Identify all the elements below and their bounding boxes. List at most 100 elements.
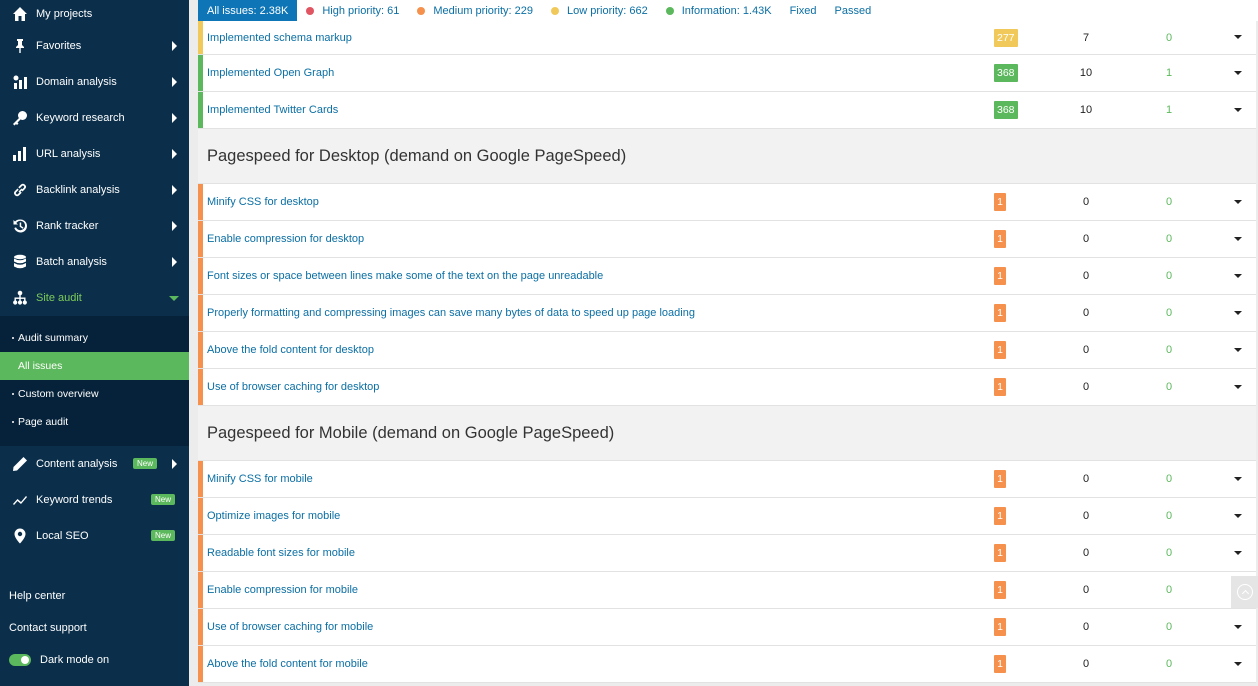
issue-filter-tabs: All issues: 2.38K High priority: 61 Medi… bbox=[198, 0, 1258, 21]
nav-keyword-research[interactable]: Keyword research bbox=[0, 100, 189, 136]
site-audit-subnav: Audit summary All issues Custom overview… bbox=[0, 316, 189, 446]
issue-group-mobile: Minify CSS for mobile 1 0 0 Optimize images… bbox=[198, 460, 1256, 683]
issue-name[interactable]: Font sizes or space between lines make s… bbox=[207, 270, 603, 282]
issue-pages: 0 bbox=[1082, 658, 1090, 670]
toggle-switch[interactable] bbox=[9, 654, 31, 666]
issue-row[interactable]: Implemented Twitter Cards 368 10 1 bbox=[198, 92, 1256, 129]
tab-low-priority[interactable]: Low priority: 662 bbox=[542, 0, 657, 21]
help-center-link[interactable]: Help center bbox=[0, 580, 189, 612]
expand-caret-icon[interactable] bbox=[1234, 35, 1242, 39]
nav-content-analysis[interactable]: Content analysis New bbox=[0, 446, 189, 482]
issue-name[interactable]: Enable compression for desktop bbox=[207, 233, 364, 245]
pin-icon bbox=[11, 37, 29, 55]
priority-bar bbox=[198, 258, 203, 294]
issue-name[interactable]: Implemented schema markup bbox=[207, 32, 352, 44]
chevron-right-icon bbox=[172, 41, 177, 51]
expand-caret-icon[interactable] bbox=[1234, 385, 1242, 389]
expand-caret-icon[interactable] bbox=[1234, 514, 1242, 518]
issue-row[interactable]: Enable compression for desktop 1 0 0 bbox=[198, 221, 1256, 258]
expand-caret-icon[interactable] bbox=[1234, 477, 1242, 481]
nav-my-projects[interactable]: My projects bbox=[0, 0, 189, 28]
tab-medium-priority[interactable]: Medium priority: 229 bbox=[408, 0, 542, 21]
tab-passed[interactable]: Passed bbox=[826, 0, 881, 21]
issue-row[interactable]: Above the fold content for mobile 1 0 0 bbox=[198, 646, 1256, 683]
subnav-audit-summary[interactable]: Audit summary bbox=[0, 324, 189, 352]
expand-caret-icon[interactable] bbox=[1234, 625, 1242, 629]
issue-name[interactable]: Above the fold content for desktop bbox=[207, 344, 374, 356]
subnav-custom-overview[interactable]: Custom overview bbox=[0, 380, 189, 408]
issue-fixed: 0 bbox=[1165, 658, 1173, 670]
expand-caret-icon[interactable] bbox=[1234, 348, 1242, 352]
tab-fixed[interactable]: Fixed bbox=[781, 0, 826, 21]
expand-caret-icon[interactable] bbox=[1234, 237, 1242, 241]
issue-row[interactable]: Enable compression for mobile 1 0 0 bbox=[198, 572, 1256, 609]
issue-name[interactable]: Enable compression for mobile bbox=[207, 584, 358, 596]
new-badge: New bbox=[132, 458, 157, 469]
issue-group-markup: Implemented schema markup 277 7 0 Implem… bbox=[198, 21, 1256, 129]
issue-name[interactable]: Above the fold content for mobile bbox=[207, 658, 368, 670]
expand-caret-icon[interactable] bbox=[1234, 311, 1242, 315]
issue-name[interactable]: Use of browser caching for desktop bbox=[207, 381, 379, 393]
nav-site-audit[interactable]: Site audit bbox=[0, 280, 189, 316]
expand-caret-icon[interactable] bbox=[1234, 551, 1242, 555]
issue-row[interactable]: Above the fold content for desktop 1 0 0 bbox=[198, 332, 1256, 369]
issue-fixed: 0 bbox=[1165, 31, 1173, 44]
nav-rank-tracker[interactable]: Rank tracker bbox=[0, 208, 189, 244]
issue-row[interactable]: Implemented schema markup 277 7 0 bbox=[198, 21, 1256, 55]
expand-caret-icon[interactable] bbox=[1234, 71, 1242, 75]
nav-backlink-analysis[interactable]: Backlink analysis bbox=[0, 172, 189, 208]
info-dot-icon bbox=[665, 6, 674, 15]
issue-name[interactable]: Optimize images for mobile bbox=[207, 510, 340, 522]
nav-keyword-trends[interactable]: Keyword trends New bbox=[0, 482, 189, 518]
nav-local-seo[interactable]: Local SEO New bbox=[0, 518, 189, 554]
contact-support-link[interactable]: Contact support bbox=[0, 612, 189, 644]
expand-caret-icon[interactable] bbox=[1234, 274, 1242, 278]
expand-caret-icon[interactable] bbox=[1234, 200, 1242, 204]
issue-name[interactable]: Use of browser caching for mobile bbox=[207, 621, 373, 633]
new-badge: New bbox=[150, 530, 175, 541]
issue-pages: 0 bbox=[1082, 621, 1090, 633]
history-icon bbox=[11, 217, 29, 235]
issue-name[interactable]: Implemented Twitter Cards bbox=[207, 104, 338, 116]
issue-fixed: 1 bbox=[1165, 67, 1173, 79]
issue-name[interactable]: Readable font sizes for mobile bbox=[207, 547, 355, 559]
subnav-label: Page audit bbox=[18, 416, 69, 428]
tab-high-priority[interactable]: High priority: 61 bbox=[297, 0, 408, 21]
scroll-to-top-button[interactable] bbox=[1231, 576, 1258, 608]
issue-row[interactable]: Implemented Open Graph 368 10 1 bbox=[198, 55, 1256, 92]
expand-caret-icon[interactable] bbox=[1234, 108, 1242, 112]
nav-favorites[interactable]: Favorites bbox=[0, 28, 189, 64]
issue-row[interactable]: Optimize images for mobile 1 0 0 bbox=[198, 498, 1256, 535]
issue-pages: 10 bbox=[1079, 104, 1093, 116]
issue-name[interactable]: Minify CSS for mobile bbox=[207, 473, 313, 485]
nav-label: Rank tracker bbox=[36, 220, 99, 232]
issue-name[interactable]: Properly formatting and compressing imag… bbox=[207, 307, 695, 319]
nav-domain-analysis[interactable]: Domain analysis bbox=[0, 64, 189, 100]
issue-row[interactable]: Minify CSS for desktop 1 0 0 bbox=[198, 184, 1256, 221]
issue-row[interactable]: Minify CSS for mobile 1 0 0 bbox=[198, 461, 1256, 498]
issue-fixed: 0 bbox=[1165, 510, 1173, 522]
issue-row[interactable]: Font sizes or space between lines make s… bbox=[198, 258, 1256, 295]
nav-url-analysis[interactable]: URL analysis bbox=[0, 136, 189, 172]
issue-name[interactable]: Implemented Open Graph bbox=[207, 67, 334, 79]
tab-label: High priority: 61 bbox=[322, 4, 400, 17]
subnav-all-issues[interactable]: All issues bbox=[0, 352, 189, 380]
issue-row[interactable]: Use of browser caching for desktop 1 0 0 bbox=[198, 369, 1256, 406]
issue-name[interactable]: Minify CSS for desktop bbox=[207, 196, 319, 208]
nav-label: My projects bbox=[36, 8, 93, 20]
tab-information[interactable]: Information: 1.43K bbox=[657, 0, 781, 21]
nav-batch-analysis[interactable]: Batch analysis bbox=[0, 244, 189, 280]
expand-caret-icon[interactable] bbox=[1234, 662, 1242, 666]
priority-bar bbox=[198, 332, 203, 368]
chevron-right-icon bbox=[172, 459, 177, 469]
dark-mode-toggle[interactable]: Dark mode on bbox=[0, 644, 189, 676]
issue-row[interactable]: Properly formatting and compressing imag… bbox=[198, 295, 1256, 332]
nav-label: Backlink analysis bbox=[36, 184, 120, 196]
nav-label: Favorites bbox=[36, 40, 82, 52]
tab-label: Information: 1.43K bbox=[681, 4, 772, 17]
issue-count-badge: 1 bbox=[994, 618, 1006, 636]
issue-row[interactable]: Readable font sizes for mobile 1 0 0 bbox=[198, 535, 1256, 572]
subnav-page-audit[interactable]: Page audit bbox=[0, 408, 189, 436]
issue-row[interactable]: Use of browser caching for mobile 1 0 0 bbox=[198, 609, 1256, 646]
tab-all-issues[interactable]: All issues: 2.38K bbox=[198, 0, 298, 21]
